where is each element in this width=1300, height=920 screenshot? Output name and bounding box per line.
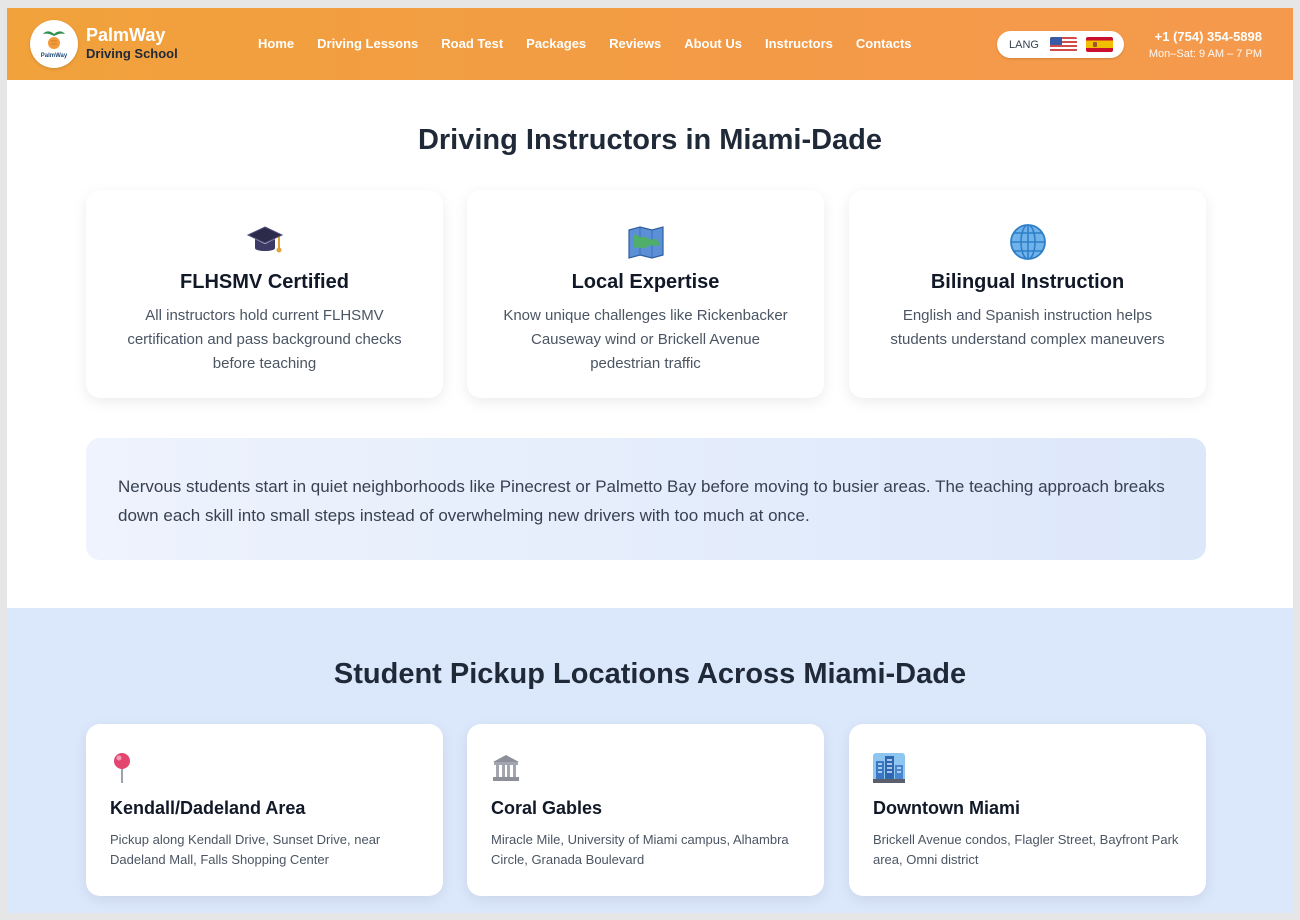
pin-icon — [114, 753, 130, 783]
classical-building-icon — [493, 755, 519, 781]
pickup-section: Student Pickup Locations Across Miami-Da… — [7, 608, 1293, 913]
logo-text: PalmWay — [40, 52, 68, 59]
location-card[interactable]: Kendall/Dadeland Area Pickup along Kenda… — [86, 724, 443, 896]
nav-about-us[interactable]: About Us — [684, 36, 742, 51]
palm-logo-icon: PalmWay — [34, 24, 74, 64]
nav-packages[interactable]: Packages — [526, 36, 586, 51]
feature-title: FLHSMV Certified — [180, 271, 349, 293]
page: PalmWay PalmWay Driving School Home Driv… — [7, 8, 1293, 913]
location-text: Miracle Mile, University of Miami campus… — [491, 832, 789, 867]
nav-road-test[interactable]: Road Test — [441, 36, 503, 51]
location-title: Downtown Miami — [873, 798, 1020, 818]
business-hours: Mon–Sat: 9 AM – 7 PM — [1148, 48, 1262, 60]
us-flag-icon[interactable] — [1049, 37, 1077, 52]
language-switcher: LANG — [997, 31, 1124, 58]
feature-text: English and Spanish instruction helps st… — [890, 307, 1165, 348]
lang-label: LANG — [1009, 38, 1039, 51]
pickup-title: Student Pickup Locations Across Miami-Da… — [333, 658, 967, 690]
phone-link[interactable]: +1 (754) 354-5898 — [1149, 28, 1262, 46]
feature-title: Local Expertise — [571, 271, 720, 293]
brand-name: PalmWay — [86, 25, 166, 45]
nav-home[interactable]: Home — [258, 36, 294, 51]
teaching-approach-note: Nervous students start in quiet neighbor… — [86, 438, 1206, 560]
location-card[interactable]: Downtown Miami Brickell Avenue condos, F… — [849, 724, 1206, 896]
feature-text: Know unique challenges like Rickenbacker… — [503, 307, 788, 372]
feature-card: FLHSMV Certified All instructors hold cu… — [86, 190, 443, 398]
map-icon — [627, 226, 664, 259]
globe-icon — [1009, 224, 1046, 260]
location-card[interactable]: Coral Gables Miracle Mile, University of… — [467, 724, 824, 896]
location-text: Brickell Avenue condos, Flagler Street, … — [873, 832, 1179, 867]
nav-reviews[interactable]: Reviews — [609, 36, 661, 51]
brand[interactable]: PalmWay Driving School — [86, 25, 178, 63]
graduation-cap-icon — [246, 226, 283, 253]
nav-instructors[interactable]: Instructors — [765, 36, 833, 51]
site-header: PalmWay PalmWay Driving School Home Driv… — [7, 8, 1293, 80]
instructors-section: Driving Instructors in Miami-Dade FLHSMV… — [7, 80, 1293, 608]
nav-contacts[interactable]: Contacts — [856, 36, 912, 51]
cityscape-icon — [873, 753, 905, 783]
feature-title: Bilingual Instruction — [930, 271, 1125, 293]
main-nav: Home Driving Lessons Road Test Packages … — [258, 36, 935, 51]
location-title: Kendall/Dadeland Area — [110, 798, 306, 818]
nav-driving-lessons[interactable]: Driving Lessons — [317, 36, 418, 51]
location-title: Coral Gables — [491, 798, 603, 818]
logo[interactable]: PalmWay — [30, 20, 78, 68]
feature-text: All instructors hold current FLHSMV cert… — [127, 307, 402, 372]
brand-subtitle: Driving School — [86, 46, 178, 61]
feature-card: Local Expertise Know unique challenges l… — [467, 190, 824, 398]
palm-tree-icon — [43, 30, 65, 49]
instructors-title: Driving Instructors in Miami-Dade — [417, 124, 883, 156]
location-text: Pickup along Kendall Drive, Sunset Drive… — [110, 832, 381, 867]
header-contact: +1 (754) 354-5898 Mon–Sat: 9 AM – 7 PM — [1149, 28, 1262, 62]
feature-card: Bilingual Instruction English and Spanis… — [849, 190, 1206, 398]
spain-flag-icon[interactable] — [1085, 37, 1113, 52]
